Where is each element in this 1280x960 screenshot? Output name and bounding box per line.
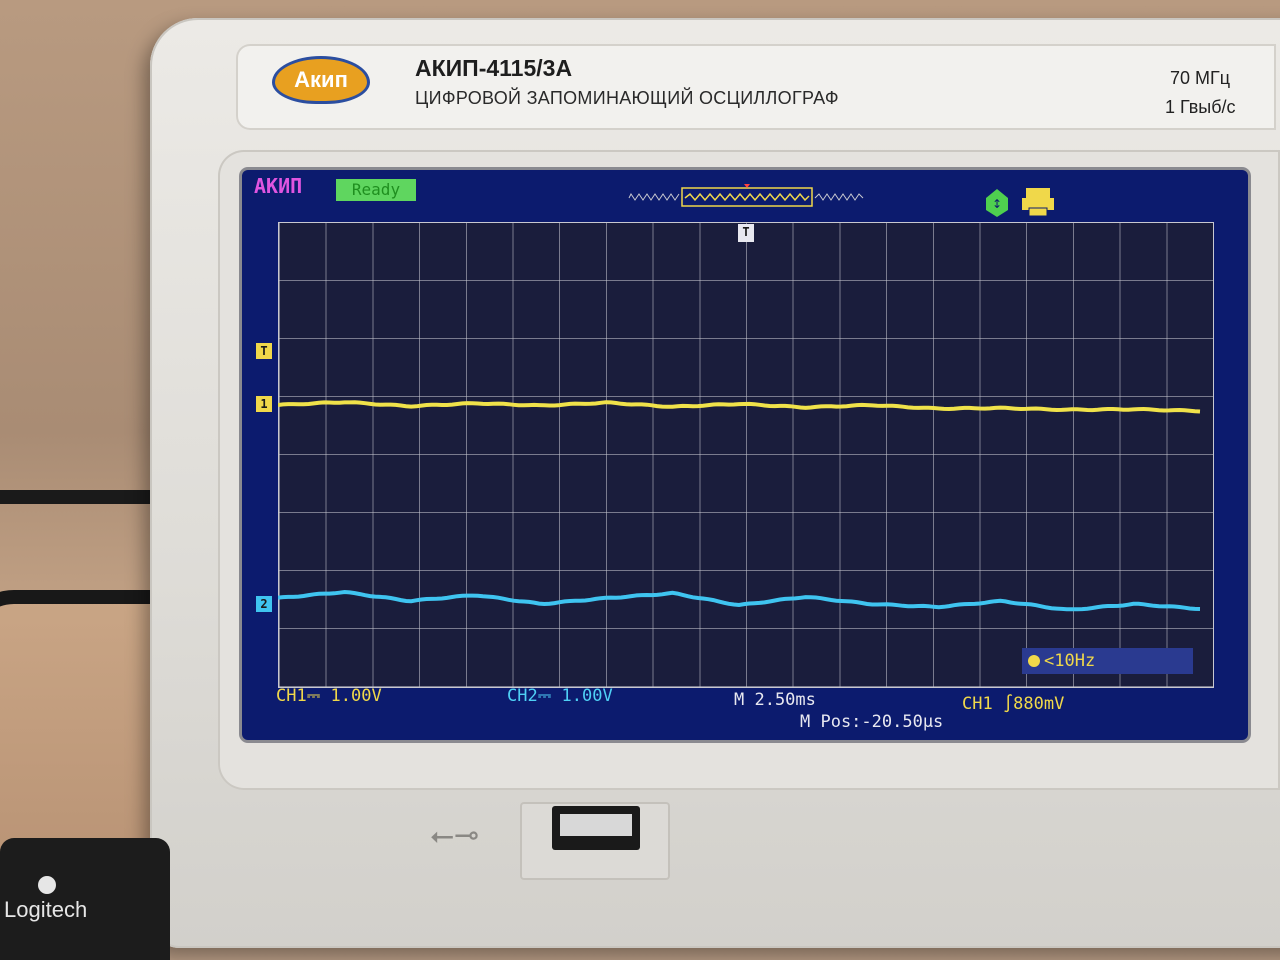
sample-rate-spec: 1 Гвыб/с bbox=[1165, 97, 1236, 117]
ch2-marker: 2 bbox=[256, 596, 272, 612]
akip-logo: Акип bbox=[272, 56, 370, 104]
usb-status-icon: ↕ bbox=[986, 189, 1008, 217]
memory-bar-icon bbox=[628, 184, 864, 207]
model-name: АКИП-4115/3А bbox=[415, 55, 573, 81]
screen-brand: АКИП bbox=[254, 174, 303, 198]
timebase: M 2.50ms bbox=[734, 690, 816, 710]
logo-text: Акип bbox=[294, 67, 348, 92]
model-description: ЦИФРОВОЙ ЗАПОМИНАЮЩИЙ ОСЦИЛЛОГРАФ bbox=[415, 88, 839, 108]
bandwidth-spec: 70 МГц bbox=[1170, 68, 1231, 88]
usb-icon: ⭠⊸ bbox=[430, 818, 480, 853]
oscilloscope-screen: АКИП Ready ↕ T T 1 2 <10Hz CH1⎓ 1.00V CH… bbox=[242, 170, 1248, 740]
usb-port-contacts bbox=[560, 814, 632, 836]
trace-ch2 bbox=[278, 589, 1201, 612]
ch2-scale: CH2⎓ 1.00V bbox=[507, 686, 613, 706]
counter-icon bbox=[1028, 655, 1040, 667]
ch1-scale: CH1⎓ 1.00V bbox=[276, 686, 382, 706]
frequency-readout: <10Hz bbox=[1022, 648, 1193, 674]
svg-text:↕: ↕ bbox=[992, 197, 1002, 211]
ch1-marker: 1 bbox=[256, 396, 272, 412]
waveform-plot bbox=[278, 400, 1201, 612]
printer-icon bbox=[1022, 188, 1054, 217]
status-badge: Ready bbox=[336, 179, 416, 201]
logitech-label: Logitech bbox=[4, 897, 88, 922]
horizontal-position: M Pos:-20.50µs bbox=[800, 712, 944, 732]
trigger-setting: CH1 ∫880mV bbox=[962, 694, 1065, 714]
trigger-level-marker: T bbox=[256, 343, 272, 359]
logitech-logo-icon bbox=[38, 876, 56, 894]
trace-ch1 bbox=[278, 400, 1201, 414]
label-plate bbox=[236, 44, 1276, 130]
